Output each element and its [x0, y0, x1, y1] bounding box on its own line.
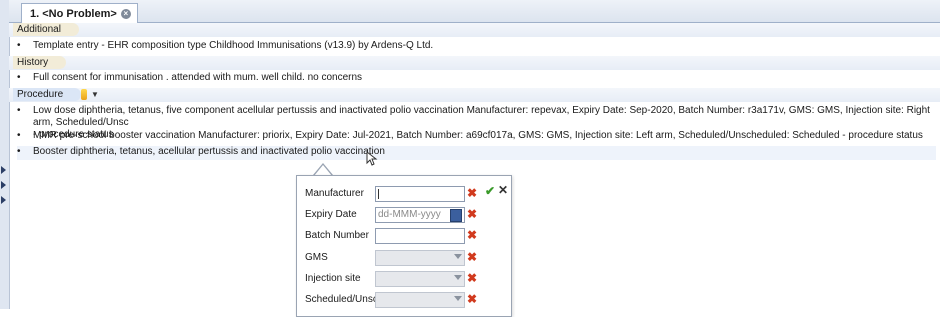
section-additional: Additional [9, 23, 940, 37]
entry-detail: . attended with mum. well child. no conc… [163, 72, 363, 83]
entry-term: Low dose diphtheria, tetanus, five compo… [33, 105, 464, 116]
entry-detail: Manufacturer: priorix, Expiry Date: Jul-… [195, 130, 923, 141]
gms-select[interactable] [375, 250, 465, 266]
red-x-clear-icon[interactable]: ✖ [467, 187, 477, 199]
chevron-down-icon[interactable]: ▼ [91, 90, 99, 99]
entry-term: Booster diphtheria, tetanus, acellular p… [33, 146, 385, 157]
manufacturer-input[interactable] [375, 186, 465, 202]
expand-arrow-icon[interactable] [1, 166, 6, 174]
chevron-down-icon [454, 296, 462, 301]
red-x-clear-icon[interactable]: ✖ [467, 229, 477, 241]
scheduled-row: Scheduled/Unsc ✖ [305, 292, 507, 308]
section-history: History [9, 56, 940, 70]
list-item-selected[interactable]: • Booster diphtheria, tetanus, acellular… [17, 146, 936, 160]
batch-number-label: Batch Number [305, 230, 369, 241]
chevron-down-icon [454, 254, 462, 259]
injection-site-select[interactable] [375, 271, 465, 287]
tab-bar: 1. <No Problem> × [9, 0, 940, 23]
red-x-clear-icon[interactable]: ✖ [467, 293, 477, 305]
entry-detail: Childhood Immunisations (v13.9) by Arden… [206, 40, 434, 51]
entry-term: MMR pre-school booster vaccination [33, 130, 196, 141]
mouse-pointer-icon [366, 151, 378, 166]
entry-term: Full consent for immunisation [33, 72, 164, 83]
expand-arrow-icon[interactable] [1, 181, 6, 189]
batch-number-input[interactable] [375, 228, 465, 244]
close-circle-icon[interactable]: × [120, 8, 131, 19]
vaccination-details-popup: ✔ ✕ Manufacturer ✖ Expiry Date dd-MMM-yy… [296, 175, 512, 317]
scheduled-label: Scheduled/Unsc [305, 294, 378, 305]
section-heading: Procedure [13, 88, 82, 101]
expiry-date-row: Expiry Date dd-MMM-yyyy ✖ [305, 207, 507, 223]
red-x-clear-icon[interactable]: ✖ [467, 272, 477, 284]
red-x-clear-icon[interactable]: ✖ [467, 208, 477, 220]
gms-label: GMS [305, 252, 328, 263]
tab-no-problem[interactable]: 1. <No Problem> × [21, 3, 138, 23]
expiry-date-placeholder: dd-MMM-yyyy [378, 209, 441, 220]
red-x-clear-icon[interactable]: ✖ [467, 251, 477, 263]
manufacturer-row: Manufacturer ✖ [305, 186, 507, 202]
text-cursor [378, 189, 379, 199]
section-procedure: Procedure ▼ [9, 88, 940, 102]
section-heading: History [13, 56, 67, 69]
expiry-date-input[interactable]: dd-MMM-yyyy [375, 207, 465, 223]
entry-term: Template entry - EHR composition type [33, 40, 207, 51]
scheduled-select[interactable] [375, 292, 465, 308]
injection-site-row: Injection site ✖ [305, 271, 507, 287]
injection-site-label: Injection site [305, 273, 361, 284]
batch-number-row: Batch Number ✖ [305, 228, 507, 244]
expand-arrow-icon[interactable] [1, 196, 6, 204]
chevron-down-icon [454, 275, 462, 280]
tab-label: 1. <No Problem> [30, 7, 117, 20]
list-item[interactable]: • Low dose diphtheria, tetanus, five com… [17, 105, 936, 140]
expiry-date-label: Expiry Date [305, 209, 357, 220]
manufacturer-label: Manufacturer [305, 188, 364, 199]
section-heading: Additional [13, 23, 79, 36]
gms-row: GMS ✖ [305, 250, 507, 266]
lightning-icon[interactable] [81, 89, 87, 100]
calendar-icon[interactable] [450, 209, 462, 222]
